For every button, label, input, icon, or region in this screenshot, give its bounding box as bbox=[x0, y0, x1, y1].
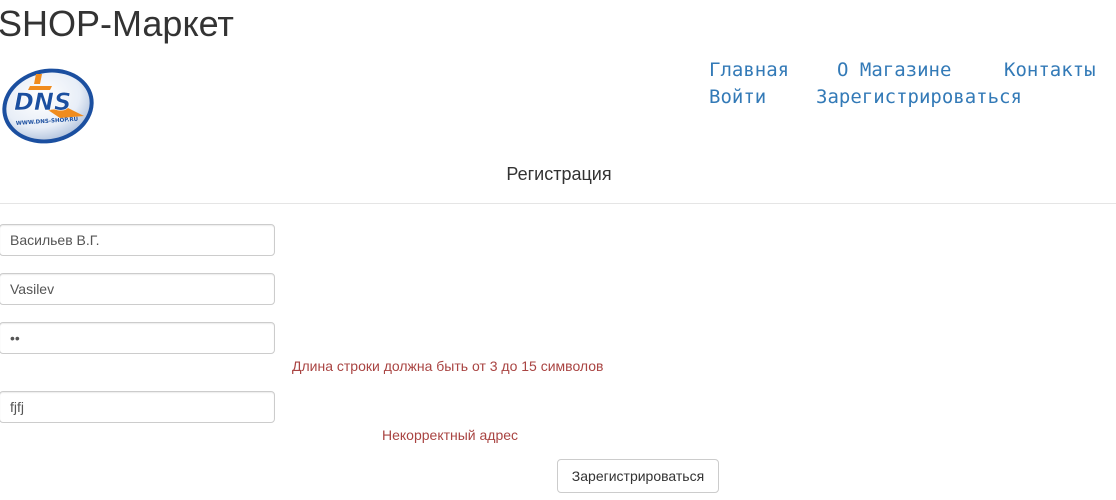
site-title: SHOP-Маркет bbox=[0, 3, 234, 44]
dns-logo[interactable]: DNS WWW.DNS-SHOP.RU bbox=[0, 64, 96, 144]
login-input[interactable] bbox=[0, 273, 275, 305]
password-error-message: Длина строки должна быть от 3 до 15 симв… bbox=[292, 358, 604, 374]
dns-logo-image: DNS WWW.DNS-SHOP.RU bbox=[2, 68, 94, 144]
divider bbox=[0, 203, 1116, 204]
main-nav: Главная О Магазине Контакты Войти Зареги… bbox=[709, 57, 1116, 111]
nav-row: Главная О Магазине Контакты bbox=[709, 57, 1116, 84]
password-input[interactable] bbox=[0, 322, 275, 354]
nav-link-about[interactable]: О Магазине bbox=[837, 57, 1004, 84]
nav-link-contacts[interactable]: Контакты bbox=[1004, 57, 1096, 84]
email-input[interactable] bbox=[0, 391, 275, 423]
registration-heading-text: Регистрация bbox=[506, 164, 612, 184]
nav-row: Войти Зарегистрироваться bbox=[709, 84, 1116, 111]
full-name-input[interactable] bbox=[0, 224, 275, 256]
register-submit-button[interactable]: Зарегистрироваться bbox=[557, 459, 719, 493]
nav-link-register[interactable]: Зарегистрироваться bbox=[816, 84, 1022, 111]
email-error-message: Некорректный адрес bbox=[382, 427, 519, 443]
logo-text: DNS bbox=[14, 88, 71, 116]
registration-heading: Регистрация bbox=[0, 162, 1116, 186]
nav-link-home[interactable]: Главная bbox=[709, 57, 837, 84]
nav-link-login[interactable]: Войти bbox=[709, 84, 816, 111]
